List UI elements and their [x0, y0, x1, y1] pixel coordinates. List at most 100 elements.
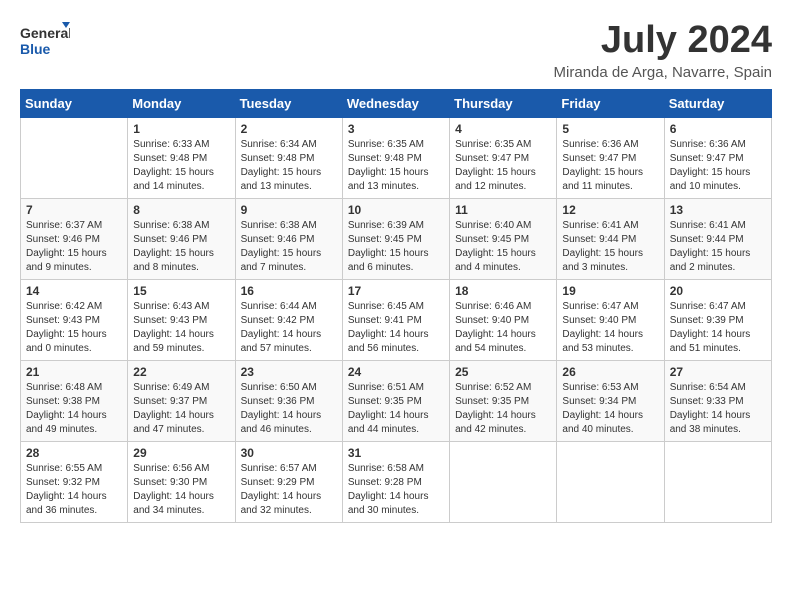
- month-year-title: July 2024: [554, 20, 772, 62]
- calendar-cell: 10 Sunrise: 6:39 AMSunset: 9:45 PMDaylig…: [342, 198, 449, 279]
- day-info: Sunrise: 6:33 AMSunset: 9:48 PMDaylight:…: [133, 139, 214, 192]
- day-number: 8: [133, 203, 229, 217]
- calendar-cell: 27 Sunrise: 6:54 AMSunset: 9:33 PMDaylig…: [664, 360, 771, 441]
- day-number: 24: [348, 365, 444, 379]
- calendar-cell: 15 Sunrise: 6:43 AMSunset: 9:43 PMDaylig…: [128, 279, 235, 360]
- day-info: Sunrise: 6:58 AMSunset: 9:28 PMDaylight:…: [348, 463, 429, 516]
- calendar-cell: 6 Sunrise: 6:36 AMSunset: 9:47 PMDayligh…: [664, 117, 771, 198]
- calendar-table: SundayMondayTuesdayWednesdayThursdayFrid…: [20, 89, 772, 523]
- calendar-cell: 7 Sunrise: 6:37 AMSunset: 9:46 PMDayligh…: [21, 198, 128, 279]
- calendar-cell: 11 Sunrise: 6:40 AMSunset: 9:45 PMDaylig…: [450, 198, 557, 279]
- day-number: 21: [26, 365, 122, 379]
- calendar-week-row: 7 Sunrise: 6:37 AMSunset: 9:46 PMDayligh…: [21, 198, 772, 279]
- weekday-header-row: SundayMondayTuesdayWednesdayThursdayFrid…: [21, 89, 772, 117]
- day-number: 31: [348, 446, 444, 460]
- day-info: Sunrise: 6:54 AMSunset: 9:33 PMDaylight:…: [670, 382, 751, 435]
- day-info: Sunrise: 6:49 AMSunset: 9:37 PMDaylight:…: [133, 382, 214, 435]
- calendar-cell: 21 Sunrise: 6:48 AMSunset: 9:38 PMDaylig…: [21, 360, 128, 441]
- calendar-cell: 30 Sunrise: 6:57 AMSunset: 9:29 PMDaylig…: [235, 441, 342, 522]
- calendar-cell: 20 Sunrise: 6:47 AMSunset: 9:39 PMDaylig…: [664, 279, 771, 360]
- day-number: 9: [241, 203, 337, 217]
- day-number: 26: [562, 365, 658, 379]
- day-info: Sunrise: 6:38 AMSunset: 9:46 PMDaylight:…: [241, 220, 322, 273]
- calendar-cell: 16 Sunrise: 6:44 AMSunset: 9:42 PMDaylig…: [235, 279, 342, 360]
- day-info: Sunrise: 6:41 AMSunset: 9:44 PMDaylight:…: [562, 220, 643, 273]
- calendar-cell: [664, 441, 771, 522]
- day-info: Sunrise: 6:52 AMSunset: 9:35 PMDaylight:…: [455, 382, 536, 435]
- day-number: 11: [455, 203, 551, 217]
- calendar-week-row: 1 Sunrise: 6:33 AMSunset: 9:48 PMDayligh…: [21, 117, 772, 198]
- weekday-header: Saturday: [664, 89, 771, 117]
- day-info: Sunrise: 6:50 AMSunset: 9:36 PMDaylight:…: [241, 382, 322, 435]
- day-number: 29: [133, 446, 229, 460]
- day-number: 10: [348, 203, 444, 217]
- calendar-cell: 8 Sunrise: 6:38 AMSunset: 9:46 PMDayligh…: [128, 198, 235, 279]
- calendar-cell: 12 Sunrise: 6:41 AMSunset: 9:44 PMDaylig…: [557, 198, 664, 279]
- logo-svg: General Blue: [20, 20, 70, 64]
- calendar-cell: [450, 441, 557, 522]
- calendar-cell: 4 Sunrise: 6:35 AMSunset: 9:47 PMDayligh…: [450, 117, 557, 198]
- calendar-cell: 24 Sunrise: 6:51 AMSunset: 9:35 PMDaylig…: [342, 360, 449, 441]
- page-header: General Blue July 2024 Miranda de Arga, …: [20, 20, 772, 81]
- day-info: Sunrise: 6:36 AMSunset: 9:47 PMDaylight:…: [670, 139, 751, 192]
- calendar-cell: 18 Sunrise: 6:46 AMSunset: 9:40 PMDaylig…: [450, 279, 557, 360]
- day-number: 19: [562, 284, 658, 298]
- day-number: 1: [133, 122, 229, 136]
- day-number: 25: [455, 365, 551, 379]
- day-info: Sunrise: 6:34 AMSunset: 9:48 PMDaylight:…: [241, 139, 322, 192]
- day-info: Sunrise: 6:47 AMSunset: 9:39 PMDaylight:…: [670, 301, 751, 354]
- day-info: Sunrise: 6:42 AMSunset: 9:43 PMDaylight:…: [26, 301, 107, 354]
- day-info: Sunrise: 6:47 AMSunset: 9:40 PMDaylight:…: [562, 301, 643, 354]
- calendar-cell: 9 Sunrise: 6:38 AMSunset: 9:46 PMDayligh…: [235, 198, 342, 279]
- day-number: 6: [670, 122, 766, 136]
- title-block: July 2024 Miranda de Arga, Navarre, Spai…: [554, 20, 772, 81]
- calendar-cell: [557, 441, 664, 522]
- day-number: 12: [562, 203, 658, 217]
- day-info: Sunrise: 6:37 AMSunset: 9:46 PMDaylight:…: [26, 220, 107, 273]
- calendar-cell: 2 Sunrise: 6:34 AMSunset: 9:48 PMDayligh…: [235, 117, 342, 198]
- day-info: Sunrise: 6:36 AMSunset: 9:47 PMDaylight:…: [562, 139, 643, 192]
- calendar-week-row: 14 Sunrise: 6:42 AMSunset: 9:43 PMDaylig…: [21, 279, 772, 360]
- svg-text:General: General: [20, 25, 70, 41]
- day-info: Sunrise: 6:35 AMSunset: 9:48 PMDaylight:…: [348, 139, 429, 192]
- day-number: 30: [241, 446, 337, 460]
- calendar-cell: 29 Sunrise: 6:56 AMSunset: 9:30 PMDaylig…: [128, 441, 235, 522]
- day-number: 3: [348, 122, 444, 136]
- calendar-cell: 19 Sunrise: 6:47 AMSunset: 9:40 PMDaylig…: [557, 279, 664, 360]
- calendar-week-row: 21 Sunrise: 6:48 AMSunset: 9:38 PMDaylig…: [21, 360, 772, 441]
- calendar-cell: 23 Sunrise: 6:50 AMSunset: 9:36 PMDaylig…: [235, 360, 342, 441]
- location-subtitle: Miranda de Arga, Navarre, Spain: [554, 64, 772, 81]
- calendar-cell: 26 Sunrise: 6:53 AMSunset: 9:34 PMDaylig…: [557, 360, 664, 441]
- day-number: 22: [133, 365, 229, 379]
- calendar-cell: 1 Sunrise: 6:33 AMSunset: 9:48 PMDayligh…: [128, 117, 235, 198]
- day-info: Sunrise: 6:39 AMSunset: 9:45 PMDaylight:…: [348, 220, 429, 273]
- weekday-header: Friday: [557, 89, 664, 117]
- logo: General Blue: [20, 20, 70, 64]
- calendar-cell: 14 Sunrise: 6:42 AMSunset: 9:43 PMDaylig…: [21, 279, 128, 360]
- calendar-cell: [21, 117, 128, 198]
- day-number: 4: [455, 122, 551, 136]
- day-number: 13: [670, 203, 766, 217]
- weekday-header: Wednesday: [342, 89, 449, 117]
- day-number: 15: [133, 284, 229, 298]
- day-info: Sunrise: 6:57 AMSunset: 9:29 PMDaylight:…: [241, 463, 322, 516]
- day-info: Sunrise: 6:35 AMSunset: 9:47 PMDaylight:…: [455, 139, 536, 192]
- svg-text:Blue: Blue: [20, 41, 51, 57]
- day-number: 17: [348, 284, 444, 298]
- day-info: Sunrise: 6:48 AMSunset: 9:38 PMDaylight:…: [26, 382, 107, 435]
- calendar-cell: 25 Sunrise: 6:52 AMSunset: 9:35 PMDaylig…: [450, 360, 557, 441]
- day-info: Sunrise: 6:41 AMSunset: 9:44 PMDaylight:…: [670, 220, 751, 273]
- day-number: 16: [241, 284, 337, 298]
- day-info: Sunrise: 6:38 AMSunset: 9:46 PMDaylight:…: [133, 220, 214, 273]
- day-number: 23: [241, 365, 337, 379]
- day-info: Sunrise: 6:45 AMSunset: 9:41 PMDaylight:…: [348, 301, 429, 354]
- day-number: 28: [26, 446, 122, 460]
- day-number: 14: [26, 284, 122, 298]
- day-number: 2: [241, 122, 337, 136]
- day-info: Sunrise: 6:56 AMSunset: 9:30 PMDaylight:…: [133, 463, 214, 516]
- day-number: 5: [562, 122, 658, 136]
- calendar-week-row: 28 Sunrise: 6:55 AMSunset: 9:32 PMDaylig…: [21, 441, 772, 522]
- day-info: Sunrise: 6:40 AMSunset: 9:45 PMDaylight:…: [455, 220, 536, 273]
- day-info: Sunrise: 6:43 AMSunset: 9:43 PMDaylight:…: [133, 301, 214, 354]
- calendar-cell: 31 Sunrise: 6:58 AMSunset: 9:28 PMDaylig…: [342, 441, 449, 522]
